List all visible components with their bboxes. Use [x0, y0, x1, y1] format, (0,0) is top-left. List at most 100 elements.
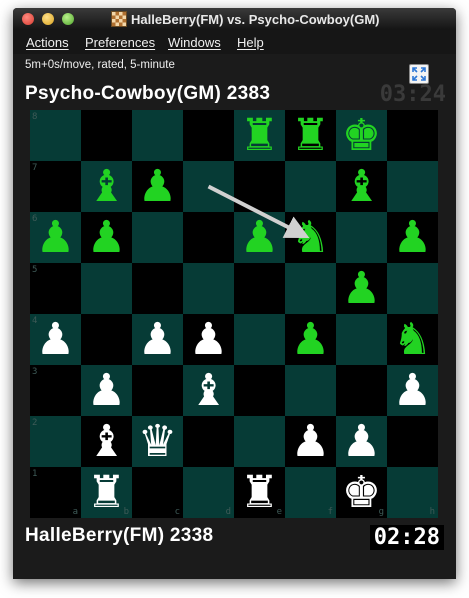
square-e8[interactable]: ♜: [234, 110, 285, 161]
square-b7[interactable]: ♝: [81, 161, 132, 212]
square-g6[interactable]: [336, 212, 387, 263]
square-b4[interactable]: [81, 314, 132, 365]
square-a7[interactable]: 7: [30, 161, 81, 212]
black-bishop-piece[interactable]: ♝: [87, 164, 126, 209]
square-e2[interactable]: [234, 416, 285, 467]
square-a3[interactable]: 3: [30, 365, 81, 416]
white-pawn-piece[interactable]: ♟: [342, 419, 381, 464]
square-e4[interactable]: [234, 314, 285, 365]
square-f8[interactable]: ♜: [285, 110, 336, 161]
black-pawn-piece[interactable]: ♟: [138, 164, 177, 209]
white-pawn-piece[interactable]: ♟: [36, 317, 75, 362]
square-c4[interactable]: ♟: [132, 314, 183, 365]
black-knight-piece[interactable]: ♞: [393, 317, 432, 362]
white-rook-piece[interactable]: ♜: [87, 470, 126, 515]
square-d6[interactable]: [183, 212, 234, 263]
square-f3[interactable]: [285, 365, 336, 416]
white-bishop-piece[interactable]: ♝: [87, 419, 126, 464]
white-pawn-piece[interactable]: ♟: [189, 317, 228, 362]
black-king-piece[interactable]: ♚: [342, 113, 381, 158]
square-b1[interactable]: b ♜: [81, 467, 132, 518]
square-h4[interactable]: ♞: [387, 314, 438, 365]
black-rook-piece[interactable]: ♜: [291, 113, 330, 158]
minimize-window-button[interactable]: [42, 13, 54, 25]
square-h6[interactable]: ♟: [387, 212, 438, 263]
square-b3[interactable]: ♟: [81, 365, 132, 416]
close-window-button[interactable]: [22, 13, 34, 25]
square-e7[interactable]: [234, 161, 285, 212]
square-g7[interactable]: ♝: [336, 161, 387, 212]
square-d7[interactable]: [183, 161, 234, 212]
square-a1[interactable]: 1a: [30, 467, 81, 518]
square-c2[interactable]: ♛: [132, 416, 183, 467]
menu-actions[interactable]: Actions: [26, 35, 69, 50]
black-pawn-piece[interactable]: ♟: [87, 215, 126, 260]
square-c6[interactable]: [132, 212, 183, 263]
square-g1[interactable]: g ♚: [336, 467, 387, 518]
square-d4[interactable]: ♟: [183, 314, 234, 365]
black-rook-piece[interactable]: ♜: [240, 113, 279, 158]
square-d5[interactable]: [183, 263, 234, 314]
white-bishop-piece[interactable]: ♝: [189, 368, 228, 413]
black-pawn-piece[interactable]: ♟: [393, 215, 432, 260]
square-b5[interactable]: [81, 263, 132, 314]
square-b8[interactable]: [81, 110, 132, 161]
white-pawn-piece[interactable]: ♟: [87, 368, 126, 413]
black-pawn-piece[interactable]: ♟: [36, 215, 75, 260]
square-f5[interactable]: [285, 263, 336, 314]
square-f7[interactable]: [285, 161, 336, 212]
square-b6[interactable]: ♟: [81, 212, 132, 263]
square-b2[interactable]: ♝: [81, 416, 132, 467]
square-e3[interactable]: [234, 365, 285, 416]
square-h3[interactable]: ♟: [387, 365, 438, 416]
square-c1[interactable]: c: [132, 467, 183, 518]
menu-windows[interactable]: Windows: [168, 35, 221, 50]
square-h2[interactable]: [387, 416, 438, 467]
black-bishop-piece[interactable]: ♝: [342, 164, 381, 209]
square-c3[interactable]: [132, 365, 183, 416]
menu-preferences[interactable]: Preferences: [85, 35, 155, 50]
black-pawn-piece[interactable]: ♟: [291, 317, 330, 362]
square-h8[interactable]: [387, 110, 438, 161]
square-h5[interactable]: [387, 263, 438, 314]
square-a5[interactable]: 5: [30, 263, 81, 314]
white-pawn-piece[interactable]: ♟: [291, 419, 330, 464]
square-d3[interactable]: ♝: [183, 365, 234, 416]
chess-board[interactable]: 8 ♜ ♜ ♚ 7 ♝ ♟ ♝ 6 ♟ ♟ ♟ ♞ ♟ 5 ♟ 4 ♟ ♟ ♟ ♟ ♞ 3 ♟ ♝ ♟ 2 ♝ ♛ ♟ ♟ 1 a b ♜ c d e ♜ f…: [30, 110, 438, 518]
square-e5[interactable]: [234, 263, 285, 314]
square-e1[interactable]: e ♜: [234, 467, 285, 518]
square-a2[interactable]: 2: [30, 416, 81, 467]
square-g3[interactable]: [336, 365, 387, 416]
black-pawn-piece[interactable]: ♟: [342, 266, 381, 311]
white-pawn-piece[interactable]: ♟: [138, 317, 177, 362]
square-d8[interactable]: [183, 110, 234, 161]
title-bar[interactable]: HalleBerry(FM) vs. Psycho-Cowboy(GM): [13, 8, 456, 30]
white-queen-piece[interactable]: ♛: [138, 419, 177, 464]
square-f6[interactable]: ♞: [285, 212, 336, 263]
square-c7[interactable]: ♟: [132, 161, 183, 212]
square-g8[interactable]: ♚: [336, 110, 387, 161]
black-knight-piece[interactable]: ♞: [291, 215, 330, 260]
square-h1[interactable]: h: [387, 467, 438, 518]
square-e6[interactable]: ♟: [234, 212, 285, 263]
square-f4[interactable]: ♟: [285, 314, 336, 365]
square-c8[interactable]: [132, 110, 183, 161]
square-h7[interactable]: [387, 161, 438, 212]
square-a4[interactable]: 4 ♟: [30, 314, 81, 365]
square-a6[interactable]: 6 ♟: [30, 212, 81, 263]
square-c5[interactable]: [132, 263, 183, 314]
white-king-piece[interactable]: ♚: [342, 470, 381, 515]
square-g5[interactable]: ♟: [336, 263, 387, 314]
square-f1[interactable]: f: [285, 467, 336, 518]
menu-help[interactable]: Help: [237, 35, 264, 50]
square-d2[interactable]: [183, 416, 234, 467]
square-a8[interactable]: 8: [30, 110, 81, 161]
zoom-window-button[interactable]: [62, 13, 74, 25]
square-g4[interactable]: [336, 314, 387, 365]
square-f2[interactable]: ♟: [285, 416, 336, 467]
white-pawn-piece[interactable]: ♟: [393, 368, 432, 413]
white-rook-piece[interactable]: ♜: [240, 470, 279, 515]
square-g2[interactable]: ♟: [336, 416, 387, 467]
black-pawn-piece[interactable]: ♟: [240, 215, 279, 260]
square-d1[interactable]: d: [183, 467, 234, 518]
